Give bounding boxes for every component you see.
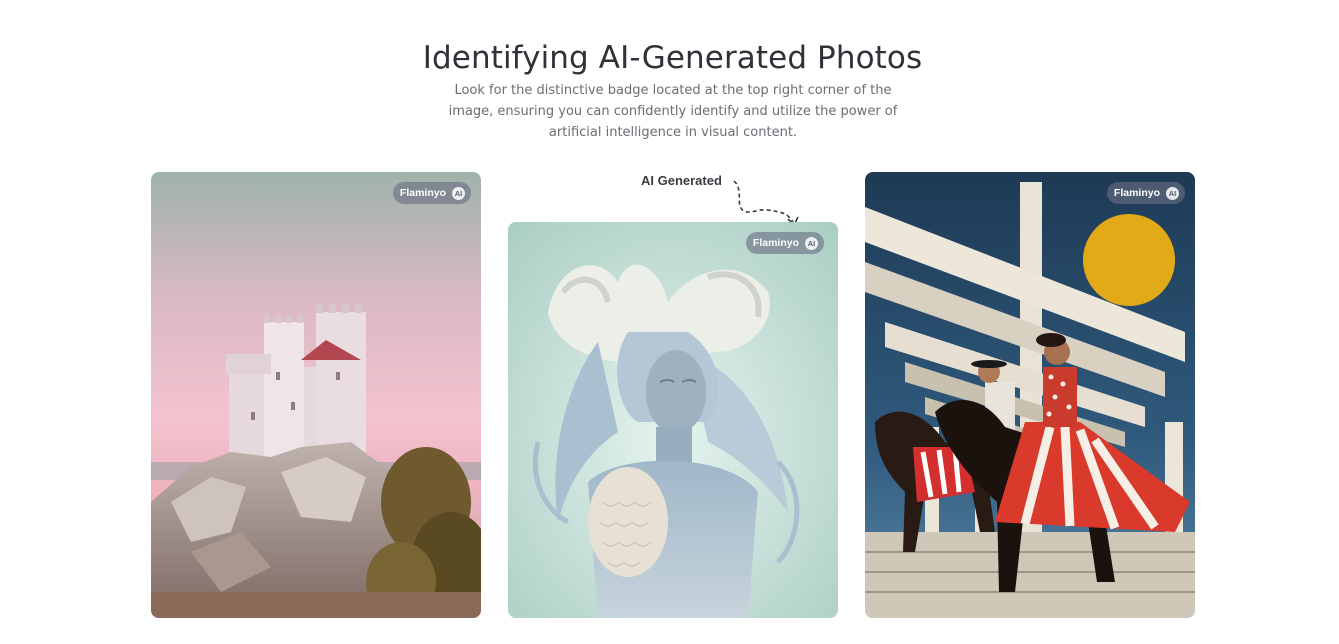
castle-photo-card[interactable]: Flaminyo AI <box>151 172 481 618</box>
ai-icon: AI <box>452 186 465 200</box>
page: Identifying AI-Generated Photos Look for… <box>0 0 1339 644</box>
badge-brand: Flaminyo <box>1113 187 1160 199</box>
page-subtitle: Look for the distinctive badge located a… <box>448 83 898 140</box>
ai-badge: Flaminyo AI <box>745 232 824 254</box>
badge-brand: Flaminyo <box>752 237 799 249</box>
riders-image <box>865 172 1195 618</box>
page-title: Identifying AI-Generated Photos <box>422 40 923 76</box>
statue-photo-card[interactable]: Flaminyo AI <box>508 222 838 618</box>
ai-generated-label: AI Generated <box>641 173 722 188</box>
ai-icon: AI <box>805 236 818 250</box>
ai-badge: Flaminyo AI <box>1106 182 1185 204</box>
badge-brand: Flaminyo <box>399 187 446 199</box>
ai-badge: Flaminyo AI <box>392 182 471 204</box>
ai-icon: AI <box>1166 186 1179 200</box>
statue-image <box>508 222 838 618</box>
castle-image <box>151 172 481 618</box>
riders-photo-card[interactable]: Flaminyo AI <box>865 172 1195 618</box>
